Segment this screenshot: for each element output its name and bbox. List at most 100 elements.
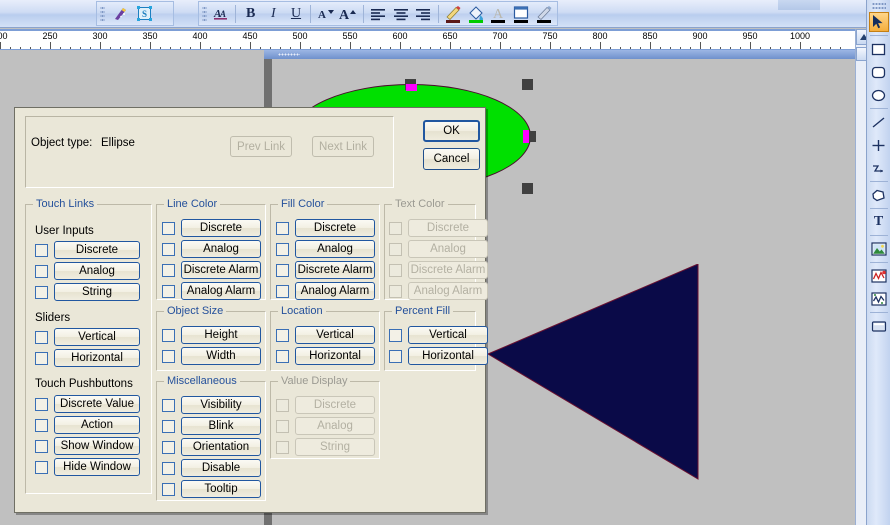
window-color-icon[interactable]	[510, 3, 533, 25]
link-row-misc-visibility[interactable]: Visibility	[162, 396, 261, 414]
checkbox-location-vertical[interactable]	[276, 328, 289, 342]
button-misc-visibility[interactable]: Visibility	[181, 396, 261, 414]
link-row-user-input-analog[interactable]: Analog	[35, 262, 140, 280]
button-text-color-analog-alarm[interactable]: Analog Alarm	[408, 282, 488, 300]
line-icon[interactable]	[869, 112, 889, 132]
button-text-color-discrete-alarm[interactable]: Discrete Alarm	[408, 261, 488, 279]
link-row-location-horizontal[interactable]: Horizontal	[276, 347, 375, 365]
button-pushbutton-action[interactable]: Action	[54, 416, 140, 434]
button-value-display-string[interactable]: String	[295, 438, 375, 456]
checkbox-percent-fill-horizontal[interactable]	[389, 349, 402, 363]
link-row-line-color-analog[interactable]: Analog	[162, 240, 261, 258]
button-pushbutton-hide-window[interactable]: Hide Window	[54, 458, 140, 476]
checkbox-line-color-analog[interactable]	[162, 242, 175, 256]
format-painter-icon[interactable]	[532, 3, 555, 25]
bitmap-icon[interactable]	[869, 239, 889, 259]
text-icon[interactable]: T	[869, 212, 889, 232]
button-pushbutton-discrete-value[interactable]: Discrete Value	[54, 395, 140, 413]
button-fill-color-discrete-alarm[interactable]: Discrete Alarm	[295, 261, 375, 279]
checkbox-text-color-analog[interactable]	[389, 242, 402, 256]
historical-trend-icon[interactable]	[869, 289, 889, 309]
polygon-icon[interactable]	[869, 185, 889, 205]
checkbox-misc-blink[interactable]	[162, 419, 175, 433]
checkbox-user-input-discrete[interactable]	[35, 243, 48, 257]
align-left-icon[interactable]	[367, 3, 390, 25]
button-fill-color-analog[interactable]: Analog	[295, 240, 375, 258]
button-text-color-analog[interactable]: Analog	[408, 240, 488, 258]
prev-link-button[interactable]: Prev Link	[230, 136, 292, 157]
checkbox-percent-fill-vertical[interactable]	[389, 328, 402, 342]
checkbox-value-display-analog[interactable]	[276, 419, 289, 433]
button-user-input-string[interactable]: String	[54, 283, 140, 301]
bold-icon[interactable]: B	[239, 3, 262, 25]
checkbox-text-color-discrete[interactable]	[389, 221, 402, 235]
checkbox-text-color-discrete-alarm[interactable]	[389, 263, 402, 277]
link-row-pushbutton-discrete-value[interactable]: Discrete Value	[35, 395, 140, 413]
checkbox-line-color-analog-alarm[interactable]	[162, 284, 175, 298]
checkbox-text-color-analog-alarm[interactable]	[389, 284, 402, 298]
link-row-misc-orientation[interactable]: Orientation	[162, 438, 261, 456]
button-location-horizontal[interactable]: Horizontal	[295, 347, 375, 365]
link-row-fill-color-discrete[interactable]: Discrete	[276, 219, 375, 237]
fill-color-icon[interactable]	[464, 3, 487, 25]
symbol-icon[interactable]: S	[132, 3, 156, 25]
checkbox-value-display-string[interactable]	[276, 440, 289, 454]
link-row-user-input-string[interactable]: String	[35, 283, 140, 301]
link-row-slider-vertical[interactable]: Vertical	[35, 328, 140, 346]
checkbox-misc-orientation[interactable]	[162, 440, 175, 454]
link-row-misc-disable[interactable]: Disable	[162, 459, 261, 477]
checkbox-object-size-height[interactable]	[162, 328, 175, 342]
text-color-icon[interactable]: A	[487, 3, 510, 25]
link-row-line-color-discrete[interactable]: Discrete	[162, 219, 261, 237]
link-row-value-display-analog[interactable]: Analog	[276, 417, 375, 435]
link-row-object-size-width[interactable]: Width	[162, 347, 261, 365]
checkbox-misc-tooltip[interactable]	[162, 482, 175, 496]
link-row-location-vertical[interactable]: Vertical	[276, 326, 375, 344]
button-object-size-width[interactable]: Width	[181, 347, 261, 365]
link-row-percent-fill-horizontal[interactable]: Horizontal	[389, 347, 488, 365]
link-row-pushbutton-action[interactable]: Action	[35, 416, 140, 434]
button-line-color-analog-alarm[interactable]: Analog Alarm	[181, 282, 261, 300]
button-misc-orientation[interactable]: Orientation	[181, 438, 261, 456]
ok-button[interactable]: OK	[423, 120, 480, 142]
link-row-user-input-discrete[interactable]: Discrete	[35, 241, 140, 259]
italic-icon[interactable]: I	[262, 3, 285, 25]
checkbox-slider-horizontal[interactable]	[35, 351, 48, 365]
link-row-pushbutton-show-window[interactable]: Show Window	[35, 437, 140, 455]
selection-handle-bottom-right[interactable]	[522, 183, 533, 194]
checkbox-misc-disable[interactable]	[162, 461, 175, 475]
cancel-button[interactable]: Cancel	[423, 148, 480, 170]
button-line-color-analog[interactable]: Analog	[181, 240, 261, 258]
button-text-color-discrete[interactable]: Discrete	[408, 219, 488, 237]
link-row-misc-tooltip[interactable]: Tooltip	[162, 480, 261, 498]
link-row-object-size-height[interactable]: Height	[162, 326, 261, 344]
link-row-text-color-analog[interactable]: Analog	[389, 240, 488, 258]
realtime-trend-icon[interactable]	[869, 266, 889, 286]
palette-grip[interactable]	[871, 2, 886, 9]
ellipse-icon[interactable]	[869, 85, 889, 105]
toolbar-grip[interactable]	[202, 5, 207, 22]
rectangle-icon[interactable]	[869, 39, 889, 59]
button-value-display-analog[interactable]: Analog	[295, 417, 375, 435]
checkbox-line-color-discrete[interactable]	[162, 221, 175, 235]
link-row-fill-color-analog-alarm[interactable]: Analog Alarm	[276, 282, 375, 300]
button-slider-horizontal[interactable]: Horizontal	[54, 349, 140, 367]
link-row-text-color-discrete[interactable]: Discrete	[389, 219, 488, 237]
select-arrow-icon[interactable]	[868, 12, 889, 32]
checkbox-misc-visibility[interactable]	[162, 398, 175, 412]
button-misc-blink[interactable]: Blink	[181, 417, 261, 435]
button-object-size-height[interactable]: Height	[181, 326, 261, 344]
triangle-shape-right[interactable]	[482, 264, 855, 525]
link-row-fill-color-analog[interactable]: Analog	[276, 240, 375, 258]
button-percent-fill-vertical[interactable]: Vertical	[408, 326, 488, 344]
align-center-icon[interactable]	[389, 3, 412, 25]
checkbox-pushbutton-hide-window[interactable]	[35, 460, 48, 474]
checkbox-pushbutton-discrete-value[interactable]	[35, 397, 48, 411]
button-fill-color-analog-alarm[interactable]: Analog Alarm	[295, 282, 375, 300]
checkbox-fill-color-analog-alarm[interactable]	[276, 284, 289, 298]
align-right-icon[interactable]	[412, 3, 435, 25]
checkbox-pushbutton-show-window[interactable]	[35, 439, 48, 453]
checkbox-fill-color-discrete-alarm[interactable]	[276, 263, 289, 277]
checkbox-object-size-width[interactable]	[162, 349, 175, 363]
checkbox-pushbutton-action[interactable]	[35, 418, 48, 432]
